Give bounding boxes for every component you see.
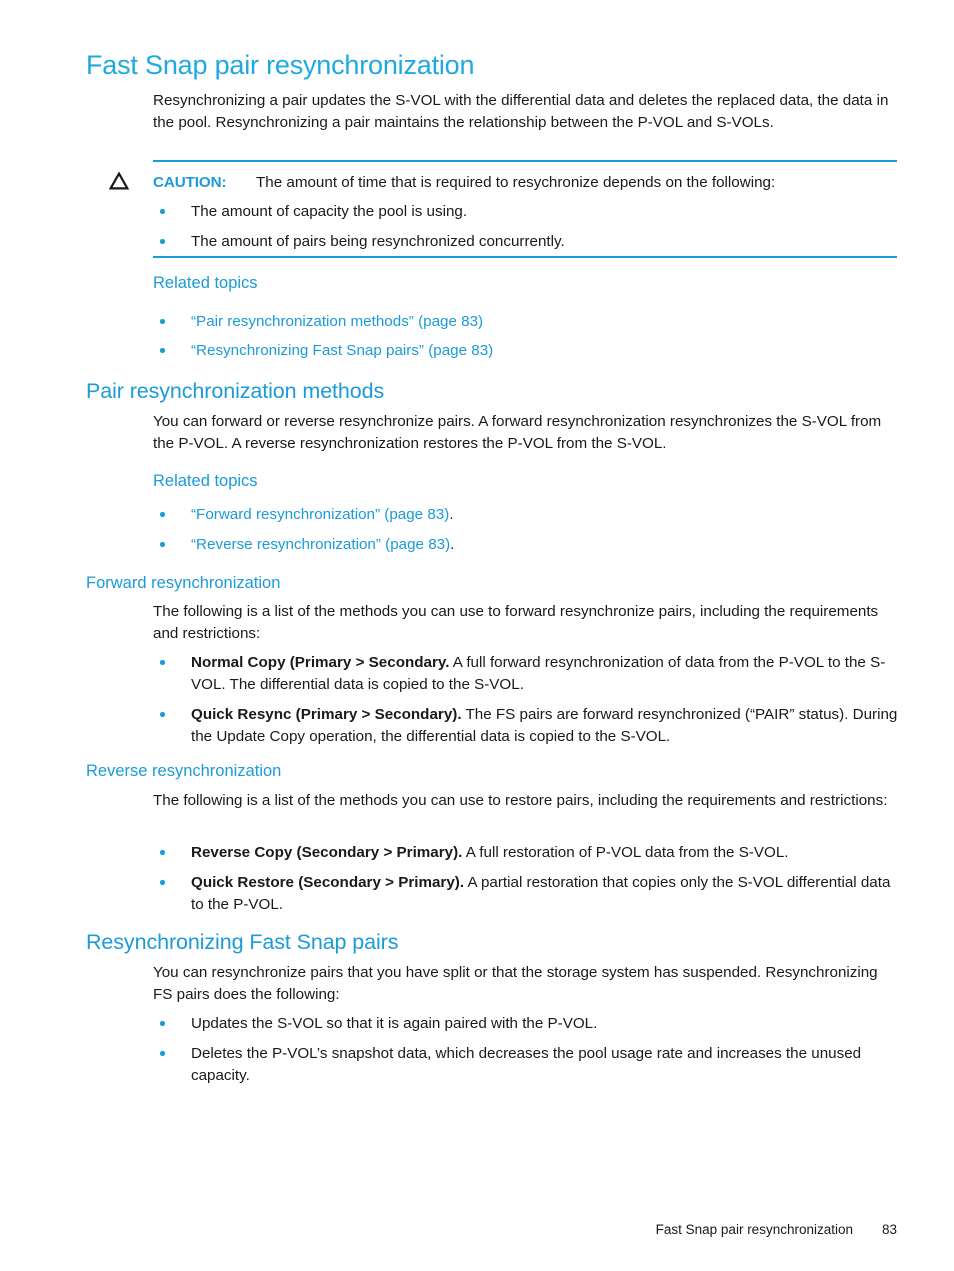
list-item: “Forward resynchronization” (page 83). xyxy=(153,504,899,526)
pair-methods-paragraph: You can forward or reverse resynchronize… xyxy=(153,413,882,452)
caution-top-rule xyxy=(153,160,897,162)
list-item: Reverse Copy (Secondary > Primary). A fu… xyxy=(153,842,899,864)
cross-reference-link[interactable]: “Pair resynchronization methods” (page 8… xyxy=(191,311,899,333)
list-item-label: The amount of capacity the pool is using… xyxy=(191,203,468,220)
cross-reference-link[interactable]: “Resynchronizing Fast Snap pairs” (page … xyxy=(191,340,899,362)
bullet-dot-icon xyxy=(160,850,165,855)
bullet-dot-icon xyxy=(160,512,165,517)
bullet-dot-icon xyxy=(160,1021,165,1026)
resync-fs-paragraph: You can resynchronize pairs that you hav… xyxy=(153,964,878,1003)
section-heading-forward: Forward resynchronization xyxy=(86,574,281,592)
list-item-body: A full restoration of P-VOL data from th… xyxy=(462,844,789,861)
reverse-paragraph: The following is a list of the methods y… xyxy=(153,792,888,809)
list-item-lead: Quick Restore (Secondary > Primary). xyxy=(191,874,465,891)
cross-reference-link[interactable]: “Reverse resynchronization” (page 83) xyxy=(191,536,450,553)
list-item: “Resynchronizing Fast Snap pairs” (page … xyxy=(153,340,899,362)
caution-triangle-icon xyxy=(108,171,130,190)
list-item-lead: Reverse Copy (Secondary > Primary). xyxy=(191,844,463,861)
list-item: Normal Copy (Primary > Secondary. A full… xyxy=(153,652,899,695)
list-item-lead: Quick Resync (Primary > Secondary). xyxy=(191,706,462,723)
list-item: Quick Resync (Primary > Secondary). The … xyxy=(153,704,899,747)
bullet-dot-icon xyxy=(160,712,165,717)
list-item: Updates the S-VOL so that it is again pa… xyxy=(153,1013,899,1035)
bullet-dot-icon xyxy=(160,1051,165,1056)
link-suffix: . xyxy=(450,536,455,553)
list-item: “Pair resynchronization methods” (page 8… xyxy=(153,311,899,333)
caution-label: CAUTION: xyxy=(153,174,227,191)
footer-title: Fast Snap pair resynchronization xyxy=(655,1222,853,1237)
link-suffix: . xyxy=(449,506,454,523)
caution-text: The amount of time that is required to r… xyxy=(256,174,776,191)
list-item-label: Deletes the P-VOL’s snapshot data, which… xyxy=(191,1045,862,1084)
footer-page-number: 83 xyxy=(881,1222,897,1237)
list-item: The amount of capacity the pool is using… xyxy=(153,201,899,223)
bullet-dot-icon xyxy=(160,542,165,547)
list-item-lead: Normal Copy (Primary > Secondary. xyxy=(191,654,450,671)
forward-paragraph: The following is a list of the methods y… xyxy=(153,603,879,642)
list-item: Quick Restore (Secondary > Primary). A p… xyxy=(153,872,899,915)
section-heading-pair-methods: Pair resynchronization methods xyxy=(86,379,385,403)
bullet-dot-icon xyxy=(160,880,165,885)
intro-paragraph: Resynchronizing a pair updates the S-VOL… xyxy=(153,92,889,131)
document-page: Fast Snap pair resynchronization Resynch… xyxy=(0,0,954,1271)
section-heading-resync-fs: Resynchronizing Fast Snap pairs xyxy=(86,930,399,954)
bullet-dot-icon xyxy=(160,660,165,665)
list-item-label: Updates the S-VOL so that it is again pa… xyxy=(191,1015,598,1032)
list-item: Deletes the P-VOL’s snapshot data, which… xyxy=(153,1043,899,1086)
bullet-dot-icon xyxy=(160,239,165,244)
bullet-dot-icon xyxy=(160,319,165,324)
page-title: Fast Snap pair resynchronization xyxy=(86,50,475,80)
list-item: The amount of pairs being resynchronized… xyxy=(153,231,899,253)
related-topics-heading: Related topics xyxy=(153,472,258,490)
cross-reference-link[interactable]: “Forward resynchronization” (page 83) xyxy=(191,506,449,523)
bullet-dot-icon xyxy=(160,348,165,353)
list-item: “Reverse resynchronization” (page 83). xyxy=(153,534,899,556)
related-topics-heading: Related topics xyxy=(153,274,258,292)
section-heading-reverse: Reverse resynchronization xyxy=(86,762,282,780)
list-item-label: The amount of pairs being resynchronized… xyxy=(191,233,565,250)
page-footer: Fast Snap pair resynchronization 83 xyxy=(0,1222,897,1237)
caution-bottom-rule xyxy=(153,256,897,258)
bullet-dot-icon xyxy=(160,209,165,214)
